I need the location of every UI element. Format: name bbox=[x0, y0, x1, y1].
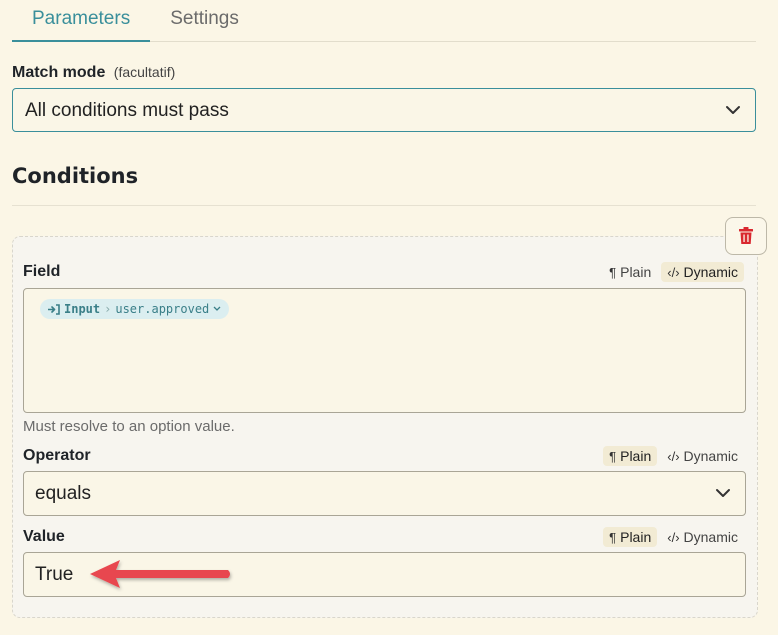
tab-bar: Parameters Settings bbox=[12, 0, 756, 42]
chip-path: user.approved bbox=[115, 302, 210, 316]
match-mode-optional: (facultatif) bbox=[113, 64, 176, 80]
arrow-annotation-icon bbox=[90, 560, 230, 588]
match-mode-value: All conditions must pass bbox=[25, 100, 229, 121]
pilcrow-icon: ¶ bbox=[609, 529, 617, 545]
pilcrow-icon: ¶ bbox=[609, 264, 617, 280]
value-mode-dynamic[interactable]: ‹/› Dynamic bbox=[661, 527, 744, 547]
variable-chip[interactable]: Input › user.approved bbox=[40, 299, 230, 319]
operator-label: Operator bbox=[23, 447, 91, 464]
field-helper-text: Must resolve to an option value. bbox=[23, 418, 235, 435]
value-label: Value bbox=[23, 528, 65, 545]
match-mode-label-row: Match mode (facultatif) bbox=[12, 64, 175, 82]
chevron-down-icon bbox=[213, 306, 221, 311]
match-mode-select[interactable]: All conditions must pass bbox=[12, 88, 756, 132]
conditions-title: Conditions bbox=[12, 164, 139, 188]
trash-icon bbox=[739, 227, 753, 244]
tab-settings[interactable]: Settings bbox=[150, 0, 259, 42]
operator-value: equals bbox=[35, 483, 91, 504]
value-mode-toggle: ¶ Plain ‹/› Dynamic bbox=[603, 527, 744, 547]
operator-mode-dynamic[interactable]: ‹/› Dynamic bbox=[661, 446, 744, 466]
field-expression-input[interactable]: Input › user.approved bbox=[23, 288, 746, 413]
operator-mode-toggle: ¶ Plain ‹/› Dynamic bbox=[603, 446, 744, 466]
chevron-down-icon bbox=[726, 106, 740, 114]
operator-mode-plain[interactable]: ¶ Plain bbox=[603, 446, 658, 466]
value-text: True bbox=[35, 564, 74, 585]
value-mode-plain[interactable]: ¶ Plain bbox=[603, 527, 658, 547]
delete-condition-button[interactable] bbox=[725, 217, 767, 255]
chevron-down-icon bbox=[716, 489, 730, 497]
chip-separator: › bbox=[104, 302, 112, 316]
field-mode-plain[interactable]: ¶ Plain bbox=[603, 262, 657, 282]
pilcrow-icon: ¶ bbox=[609, 448, 617, 464]
field-mode-toggle: ¶ Plain ‹/› Dynamic bbox=[603, 262, 744, 282]
field-mode-dynamic[interactable]: ‹/› Dynamic bbox=[661, 262, 744, 282]
match-mode-label: Match mode bbox=[12, 64, 106, 81]
section-divider bbox=[12, 205, 756, 206]
code-icon: ‹/› bbox=[667, 448, 680, 464]
operator-select[interactable]: equals bbox=[23, 471, 746, 516]
code-icon: ‹/› bbox=[667, 264, 680, 280]
chip-source: Input bbox=[64, 302, 101, 316]
tab-parameters[interactable]: Parameters bbox=[12, 0, 151, 42]
input-icon bbox=[48, 303, 60, 315]
code-icon: ‹/› bbox=[667, 529, 680, 545]
field-label: Field bbox=[23, 263, 61, 280]
